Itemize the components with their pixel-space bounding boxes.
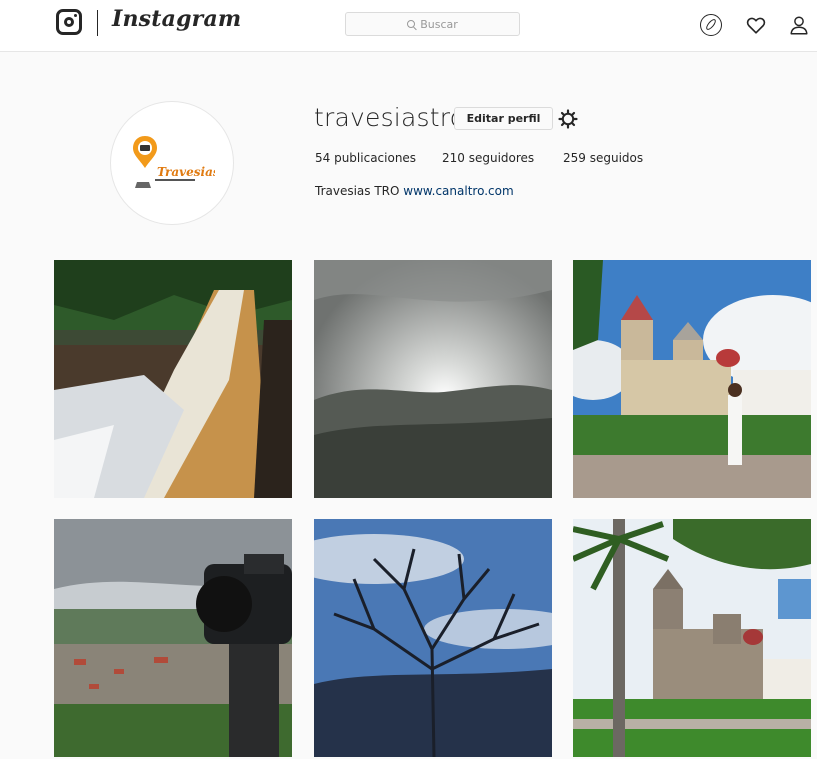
- user-icon[interactable]: [788, 14, 810, 36]
- post-tile-church-person[interactable]: [573, 260, 811, 498]
- post-tile-camera-town[interactable]: [54, 519, 292, 757]
- post-tile-church-palm[interactable]: [573, 519, 811, 757]
- profile-stats: 54 publicaciones 210 seguidores 259 segu…: [315, 151, 643, 165]
- profile-username: travesiastro: [314, 103, 466, 132]
- heart-icon[interactable]: [745, 14, 767, 36]
- posts-count: 54 publicaciones: [315, 151, 417, 165]
- travesias-logo: Travesias: [133, 136, 215, 188]
- edit-profile-button[interactable]: Editar perfil: [454, 107, 553, 130]
- followers-count[interactable]: 210 seguidores: [442, 151, 563, 165]
- top-nav-bar: Instagram Buscar: [0, 0, 817, 52]
- avatar-logo-text: Travesias: [157, 165, 215, 179]
- post-tile-waterfall[interactable]: [54, 260, 292, 498]
- post-tile-sunrise[interactable]: [314, 260, 552, 498]
- instagram-camera-icon[interactable]: [56, 9, 82, 35]
- bio-name: Travesias TRO: [315, 184, 400, 198]
- search-icon: [407, 20, 416, 28]
- search-input[interactable]: Buscar: [345, 12, 520, 36]
- instagram-wordmark[interactable]: Instagram: [112, 6, 241, 32]
- profile-avatar[interactable]: Travesias: [110, 101, 234, 225]
- profile-bio: Travesias TRO www.canaltro.com: [315, 184, 514, 198]
- following-count[interactable]: 259 seguidos: [563, 151, 643, 165]
- logo-divider: [97, 10, 98, 36]
- compass-icon[interactable]: [700, 14, 722, 36]
- post-tile-tree[interactable]: [314, 519, 552, 757]
- search-placeholder: Buscar: [420, 17, 458, 31]
- gear-icon[interactable]: [558, 109, 578, 129]
- bio-link[interactable]: www.canaltro.com: [403, 184, 513, 198]
